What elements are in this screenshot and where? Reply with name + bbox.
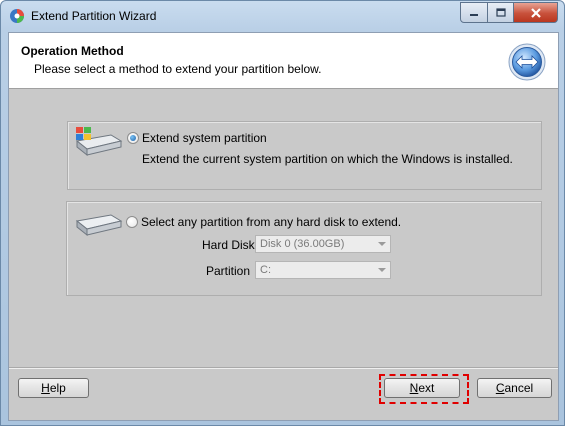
app-icon (10, 9, 24, 23)
maximize-button[interactable] (488, 2, 514, 23)
partition-value: C: (260, 264, 271, 276)
cancel-button-label: ancel (504, 381, 534, 395)
extend-system-partition-label[interactable]: Extend system partition (142, 131, 267, 145)
partition-select[interactable]: C: (255, 261, 391, 279)
cancel-button-accel: C (495, 381, 505, 395)
chevron-down-icon (378, 242, 386, 246)
maximize-icon (495, 7, 506, 17)
next-button[interactable]: Next (384, 378, 460, 398)
page-subtitle: Please select a method to extend your pa… (34, 62, 322, 76)
help-button-accel: H (41, 381, 50, 395)
hard-disk-icon (75, 214, 123, 237)
wizard-header: Operation Method Please select a method … (9, 33, 558, 89)
chevron-down-icon (378, 268, 386, 272)
minimize-icon (470, 13, 478, 16)
radio-selected-dot (130, 135, 136, 141)
partition-label: Partition (206, 264, 251, 278)
select-any-partition-label[interactable]: Select any partition from any hard disk … (141, 215, 401, 229)
minimize-button[interactable] (460, 2, 488, 23)
wizard-window: Extend Partition Wizard Operation Method… (0, 0, 565, 426)
select-any-partition-radio[interactable] (126, 216, 138, 228)
extend-arrows-icon (508, 43, 546, 81)
hard-disk-value: Disk 0 (36.00GB) (260, 238, 345, 250)
close-icon (530, 7, 541, 18)
next-button-accel: N (409, 381, 419, 395)
cancel-button[interactable]: Cancel (477, 378, 552, 398)
title-bar[interactable]: Extend Partition Wizard (1, 1, 564, 31)
hard-disk-select[interactable]: Disk 0 (36.00GB) (255, 235, 391, 253)
close-button[interactable] (514, 2, 558, 23)
page-title: Operation Method (21, 44, 124, 58)
footer-divider (9, 367, 558, 369)
window-title: Extend Partition Wizard (31, 9, 157, 23)
help-button[interactable]: Help (18, 378, 89, 398)
system-disk-icon (75, 127, 123, 157)
dialog-client-area: Operation Method Please select a method … (8, 32, 559, 421)
next-button-label: ext (418, 381, 435, 395)
help-button-label: elp (49, 381, 66, 395)
extend-system-partition-description: Extend the current system partition on w… (142, 152, 513, 166)
extend-system-partition-radio[interactable] (127, 132, 139, 144)
hard-disk-label: Hard Disk (202, 238, 255, 252)
